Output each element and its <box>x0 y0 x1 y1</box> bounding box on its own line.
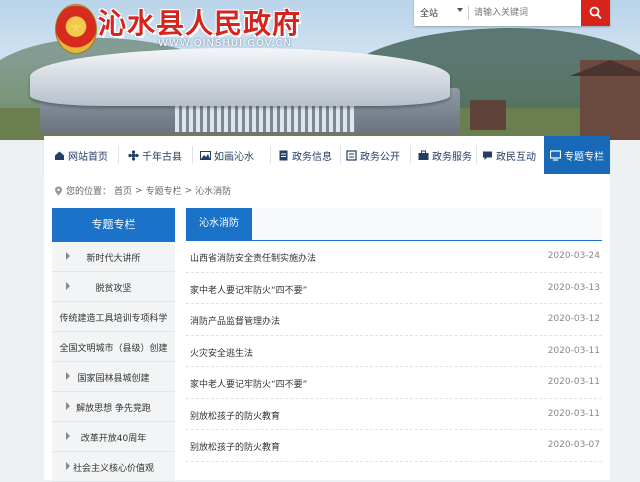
article-title[interactable]: 别放松孩子的防火教育 <box>190 409 280 422</box>
article-title[interactable]: 别放松孩子的防火教育 <box>190 440 280 453</box>
nav-item-label: 千年古县 <box>142 151 182 163</box>
article-date: 2020-03-24 <box>547 251 600 261</box>
sidebar-item[interactable]: 新时代大讲所 <box>52 242 175 272</box>
article-date: 2020-03-11 <box>547 408 600 419</box>
sidebar-title: 专题专栏 <box>52 208 175 242</box>
list-item[interactable]: 别放松孩子的防火教育 2020-03-11 <box>186 399 602 430</box>
home-icon <box>55 151 64 160</box>
breadcrumb-link-home[interactable]: 首页 <box>114 184 132 197</box>
article-title[interactable]: 家中老人要记牢防火“四不要” <box>190 377 307 390</box>
list-item[interactable]: 别放松孩子的防火教育 2020-03-07 <box>186 430 602 462</box>
sidebar-item[interactable]: 全国文明城市（县级）创建 <box>52 332 175 362</box>
banner-pagoda-roof <box>570 60 640 76</box>
national-emblem-icon: ★ <box>55 4 97 54</box>
nav-item-special-topics[interactable]: 专题专栏 <box>544 136 610 174</box>
banner-stadium-roof <box>30 48 450 106</box>
sidebar-item-label: 传统建造工具培训专项科学 <box>59 314 168 324</box>
monitor-icon <box>550 149 561 161</box>
article-list-header: 沁水消防 <box>186 208 602 241</box>
site-title[interactable]: 沁水县人民政府 <box>98 2 301 42</box>
open-file-icon <box>346 149 357 161</box>
sidebar-item-label: 全国文明城市（县级）创建 <box>59 344 168 354</box>
list-item[interactable]: 山西省消防安全责任制实施办法 2020-03-24 <box>186 241 602 273</box>
search-scope-select[interactable]: 全站 <box>420 6 438 19</box>
article-date: 2020-03-11 <box>547 377 600 387</box>
nav-divider <box>340 146 341 164</box>
sidebar-item-label: 解放思想 争先竞跑 <box>76 404 151 414</box>
location-pin-icon <box>55 186 62 195</box>
chat-icon <box>483 151 492 160</box>
search-divider <box>468 6 469 20</box>
nav-item-gov-service[interactable]: 政务服务 <box>418 136 472 174</box>
nav-item-home[interactable]: 网站首页 <box>54 136 108 174</box>
list-item[interactable]: 火灾安全逃生法 2020-03-11 <box>186 336 602 367</box>
sidebar-item[interactable]: 传统建造工具培训专项科学 <box>52 302 175 332</box>
nav-divider <box>410 146 411 164</box>
sidebar-item-label: 脱贫攻坚 <box>95 284 132 294</box>
list-item[interactable]: 家中老人要记牢防火“四不要” 2020-03-11 <box>186 367 602 399</box>
flower-icon <box>128 149 139 161</box>
nav-item-label: 如画沁水 <box>214 151 254 163</box>
nav-item-interaction[interactable]: 政民互动 <box>482 136 536 174</box>
nav-divider <box>118 146 119 164</box>
article-title[interactable]: 山西省消防安全责任制实施办法 <box>190 251 316 264</box>
nav-item-label: 专题专栏 <box>564 151 604 163</box>
nav-divider <box>476 146 477 164</box>
article-title[interactable]: 家中老人要记牢防火“四不要” <box>190 283 307 296</box>
breadcrumb: 您的位置： 首页 > 专题专栏 > 沁水消防 <box>54 184 234 197</box>
nav-item-gov-open[interactable]: 政务公开 <box>346 136 400 174</box>
breadcrumb-link-topics[interactable]: 专题专栏 <box>146 184 182 197</box>
nav-item-label: 政务公开 <box>360 151 400 163</box>
nav-divider <box>270 146 271 164</box>
article-title[interactable]: 消防产品监督管理办法 <box>190 314 280 327</box>
nav-item-label: 网站首页 <box>68 151 108 163</box>
search-input[interactable] <box>472 4 580 22</box>
list-item[interactable]: 消防产品监督管理办法 2020-03-12 <box>186 304 602 336</box>
article-title[interactable]: 火灾安全逃生法 <box>190 346 253 359</box>
sidebar-item-label: 国家园林县城创建 <box>77 374 150 384</box>
nav-item-label: 政民互动 <box>496 151 536 163</box>
article-date: 2020-03-13 <box>547 282 600 293</box>
picture-icon <box>200 150 211 160</box>
search-bar: 全站 <box>414 0 610 26</box>
service-icon <box>418 150 429 160</box>
search-button[interactable] <box>581 0 610 26</box>
sidebar-item[interactable]: 社会主义核心价值观 <box>52 452 175 482</box>
content-panel: 您的位置： 首页 > 专题专栏 > 沁水消防 专题专栏 新时代大讲所 脱贫攻坚 … <box>44 174 610 482</box>
article-date: 2020-03-12 <box>547 314 600 324</box>
article-list-panel: 沁水消防 山西省消防安全责任制实施办法 2020-03-24 家中老人要记牢防火… <box>186 208 602 462</box>
nav-item-scenery[interactable]: 如画沁水 <box>200 136 254 174</box>
site-domain: WWW.QINSHUI.GOV.CN <box>158 38 292 49</box>
breadcrumb-separator: > <box>135 185 143 196</box>
nav-item-label: 政务服务 <box>432 151 472 163</box>
search-icon <box>589 6 602 20</box>
sidebar-item[interactable]: 脱贫攻坚 <box>52 272 175 302</box>
nav-divider <box>192 146 193 164</box>
document-icon <box>279 150 288 160</box>
sidebar-item[interactable]: 国家园林县城创建 <box>52 362 175 392</box>
article-date: 2020-03-07 <box>547 440 600 450</box>
sidebar: 专题专栏 新时代大讲所 脱贫攻坚 传统建造工具培训专项科学 全国文明城市（县级）… <box>52 208 175 482</box>
sidebar-item-label: 新时代大讲所 <box>86 254 141 264</box>
nav-item-ancient-county[interactable]: 千年古县 <box>128 136 182 174</box>
article-date: 2020-03-11 <box>547 345 600 356</box>
main-nav: 网站首页 千年古县 如画沁水 政务信息 政务公开 政务服务 政民互动 专题专栏 <box>44 136 610 175</box>
banner-building <box>470 100 506 130</box>
chevron-down-icon[interactable] <box>457 8 463 12</box>
nav-item-label: 政务信息 <box>292 151 332 163</box>
breadcrumb-current: 沁水消防 <box>195 187 232 197</box>
tab-fire-safety[interactable]: 沁水消防 <box>186 208 252 240</box>
breadcrumb-separator: > <box>184 185 193 196</box>
sidebar-item-label: 改革开放40周年 <box>80 434 147 444</box>
sidebar-item[interactable]: 解放思想 争先竞跑 <box>52 392 175 422</box>
list-item[interactable]: 家中老人要记牢防火“四不要” 2020-03-13 <box>186 273 602 304</box>
breadcrumb-prefix: 您的位置： <box>66 187 112 197</box>
sidebar-item[interactable]: 改革开放40周年 <box>52 422 175 452</box>
sidebar-item-label: 社会主义核心价值观 <box>72 464 154 474</box>
nav-item-gov-info[interactable]: 政务信息 <box>278 136 332 174</box>
